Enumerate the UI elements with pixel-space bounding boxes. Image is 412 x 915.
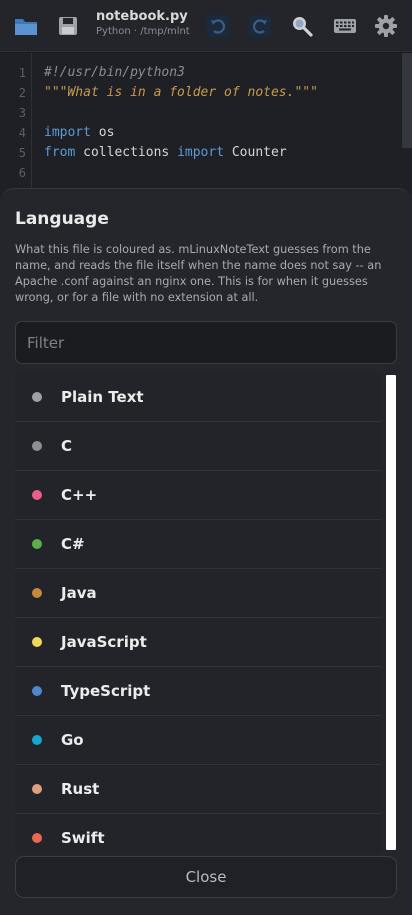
line-number: 4 [18,126,26,140]
redo-icon[interactable] [248,14,272,38]
language-color-dot [32,588,42,598]
search-icon[interactable] [290,14,314,38]
language-label: JavaScript [61,633,147,651]
language-label: Rust [61,780,100,798]
language-color-dot [32,686,42,696]
code-token: import [177,145,225,160]
file-title-block: notebook.py Python · /tmp/mlnt [96,9,196,37]
language-color-dot [32,735,42,745]
sheet-title: Language [15,209,109,229]
language-color-dot [32,490,42,500]
language-list: Plain Text C C++ C# Java JavaScript TypeScript… [15,373,381,853]
code-line: import os [44,125,114,140]
code-token: #!/usr/bin/python3 [44,65,185,80]
language-color-dot [32,784,42,794]
language-item[interactable]: Rust [15,765,381,814]
code-token: """What is in a folder of notes.""" [44,85,318,100]
language-item[interactable]: JavaScript [15,618,381,667]
language-label: Go [61,731,84,749]
language-item[interactable]: Swift [15,814,381,853]
editor-scrollbar[interactable] [402,53,412,148]
gear-icon[interactable] [374,14,398,38]
undo-icon[interactable] [206,14,230,38]
language-item[interactable]: Java [15,569,381,618]
language-label: Java [61,584,97,602]
language-item[interactable]: Go [15,716,381,765]
folder-icon[interactable] [14,14,38,38]
language-label: TypeScript [61,682,151,700]
code-token: import [44,125,91,140]
code-editor[interactable]: 1 2 3 4 5 6 #!/usr/bin/python3 """What is… [0,53,412,203]
line-number: 3 [18,106,26,120]
filter-input[interactable] [15,321,397,364]
line-number: 6 [18,166,26,180]
language-item[interactable]: C# [15,520,381,569]
sheet-description: What this file is coloured as. mLinuxNot… [15,243,382,304]
code-token: from [44,145,76,160]
toolbar: notebook.py Python · /tmp/mlnt [0,0,412,52]
language-label: C++ [61,486,98,504]
line-number: 1 [18,66,26,80]
code-line: """What is in a folder of notes.""" [44,85,318,100]
list-scrollbar[interactable] [386,375,396,850]
language-color-dot [32,392,42,402]
code-token: Counter [224,145,287,160]
language-item[interactable]: TypeScript [15,667,381,716]
line-number: 5 [18,146,26,160]
code-token: os [90,125,115,140]
language-label: Plain Text [61,388,144,406]
language-sheet: Language What this file is coloured as. … [0,188,412,915]
language-color-dot [32,539,42,549]
code-line: #!/usr/bin/python3 [44,65,185,80]
line-number: 2 [18,86,26,100]
language-color-dot [32,833,42,843]
language-color-dot [32,441,42,451]
close-button[interactable]: Close [15,856,397,898]
language-item[interactable]: Plain Text [15,373,381,422]
file-title: notebook.py [96,9,188,24]
language-item[interactable]: C++ [15,471,381,520]
language-color-dot [32,637,42,647]
code-token: collections [75,145,178,160]
language-item[interactable]: C [15,422,381,471]
keyboard-icon[interactable] [333,14,357,38]
language-label: Swift [61,829,105,847]
language-label: C# [61,535,85,553]
line-number-gutter: 1 2 3 4 5 6 [0,53,32,203]
language-label: C [61,437,73,455]
code-line: from collections import Counter [44,145,287,160]
save-icon[interactable] [56,14,80,38]
file-subtitle: Python · /tmp/mlnt [96,26,190,37]
